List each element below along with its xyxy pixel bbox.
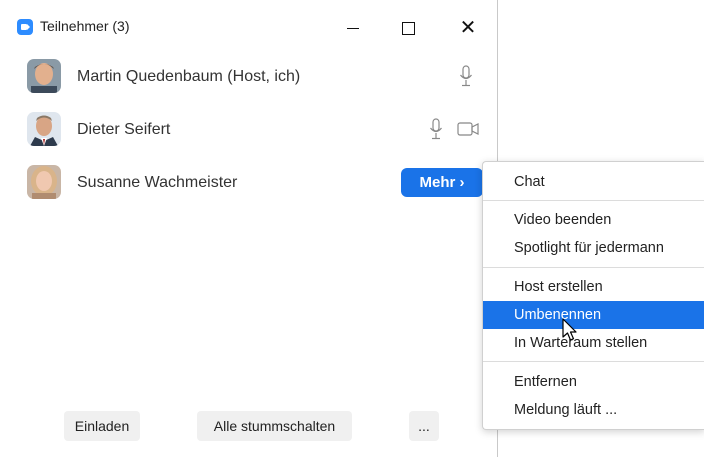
participant-name: Susanne Wachmeister	[77, 174, 238, 191]
participant-name: Dieter Seifert	[77, 121, 171, 138]
participant-row[interactable]: Dieter Seifert	[0, 103, 497, 155]
window-title: Teilnehmer (3)	[40, 18, 130, 34]
menu-separator	[483, 267, 704, 268]
menu-separator	[483, 361, 704, 362]
avatar	[27, 59, 61, 93]
menu-item-make-host[interactable]: Host erstellen	[483, 273, 704, 301]
minimize-icon	[347, 27, 359, 29]
context-menu: Chat Video beenden Spotlight für jederma…	[482, 161, 704, 430]
close-button[interactable]: ✕	[445, 10, 491, 46]
mic-icon[interactable]	[459, 65, 473, 87]
mute-all-button[interactable]: Alle stummschalten	[197, 411, 352, 441]
invite-button[interactable]: Einladen	[64, 411, 140, 441]
menu-item-report[interactable]: Meldung läuft ...	[483, 396, 704, 424]
zoom-app-icon	[17, 19, 33, 35]
avatar	[27, 112, 61, 146]
participants-window: Teilnehmer (3) ✕ Martin Quedenbaum (Host…	[0, 0, 498, 457]
menu-item-stop-video[interactable]: Video beenden	[483, 206, 704, 234]
mouse-cursor-icon	[562, 318, 577, 341]
maximize-icon	[401, 21, 415, 35]
participant-row[interactable]: Martin Quedenbaum (Host, ich)	[0, 50, 497, 102]
menu-separator	[483, 200, 704, 201]
maximize-button[interactable]	[385, 10, 431, 46]
mic-icon[interactable]	[429, 118, 443, 140]
avatar	[27, 165, 61, 199]
menu-item-remove[interactable]: Entfernen	[483, 368, 704, 396]
footer-more-button[interactable]: ...	[409, 411, 439, 441]
close-icon: ✕	[459, 17, 477, 39]
menu-item-rename[interactable]: Umbenennen	[483, 301, 704, 329]
menu-item-spotlight[interactable]: Spotlight für jedermann	[483, 234, 704, 262]
menu-item-waiting-room[interactable]: In Warteraum stellen	[483, 329, 704, 357]
camera-icon[interactable]	[457, 121, 479, 137]
more-options-button[interactable]: Mehr ›	[401, 168, 483, 197]
title-bar: Teilnehmer (3) ✕	[0, 0, 497, 52]
menu-item-chat[interactable]: Chat	[483, 168, 704, 196]
minimize-button[interactable]	[330, 10, 376, 46]
participant-name: Martin Quedenbaum (Host, ich)	[77, 68, 301, 85]
